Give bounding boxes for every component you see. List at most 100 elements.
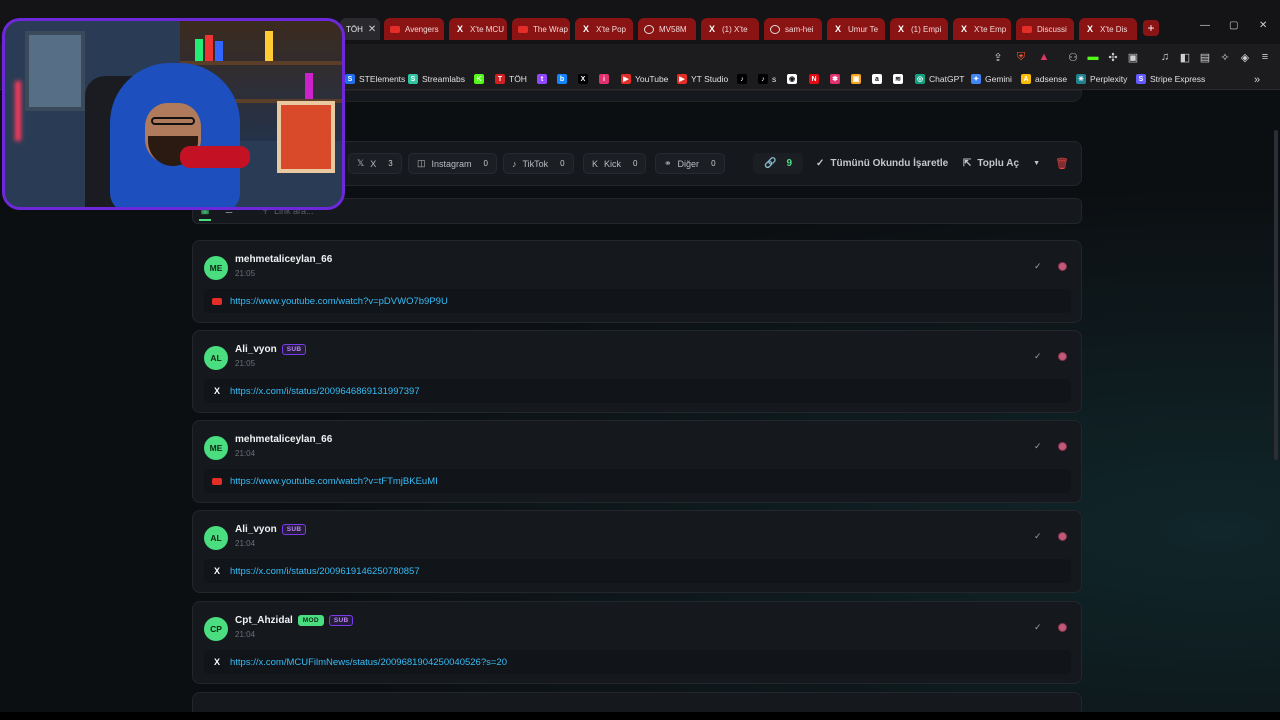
bookmark-13[interactable]: N — [809, 72, 823, 86]
delete-icon[interactable] — [1058, 532, 1067, 541]
bookmark-2[interactable]: K — [474, 72, 488, 86]
bookmark-20[interactable]: Aadsense — [1021, 72, 1067, 86]
trash-icon[interactable]: 🗑 — [1055, 157, 1069, 170]
tab-8[interactable]: X Umur Te — [827, 18, 885, 40]
link-url[interactable]: https://www.youtube.com/watch?v=tFTmjBKE… — [230, 476, 438, 487]
youtube-icon — [1022, 25, 1032, 33]
mark-read-icon[interactable]: ✓ — [1034, 622, 1042, 633]
bookmark-22[interactable]: S Stripe Express — [1136, 72, 1205, 86]
tab-4[interactable]: X X'te Pop — [575, 18, 633, 40]
wallet-icon[interactable]: ▣ — [1126, 50, 1140, 64]
more-bookmarks-icon[interactable]: » — [1250, 73, 1264, 87]
link-url[interactable]: https://www.youtube.com/watch?v=pDVWO7b9… — [230, 296, 448, 307]
tab-3[interactable]: The Wrap — [512, 18, 570, 40]
kick-extension-icon[interactable]: ▬ — [1086, 50, 1100, 64]
tab-10[interactable]: X X'te Emp — [953, 18, 1011, 40]
bookmark-14[interactable]: ✱ — [830, 72, 844, 86]
filter-chip-kick[interactable]: K Kick 0 — [583, 153, 647, 174]
username-row: Cpt_Ahzidal MOD SUB — [235, 615, 354, 626]
delete-icon[interactable] — [1058, 352, 1067, 361]
link-url[interactable]: https://x.com/i/status/20096191462507808… — [230, 566, 420, 577]
rewards-icon[interactable]: ▲ — [1037, 50, 1051, 64]
link-url[interactable]: https://x.com/MCUFilmNews/status/2009681… — [230, 657, 507, 668]
x-icon: X — [213, 566, 220, 576]
tab-9[interactable]: X (1) Empi — [890, 18, 948, 40]
bookmark-8[interactable]: ▶ YouTube — [621, 72, 668, 86]
filter-chip-instagram[interactable]: ◫ Instagram 0 — [408, 153, 497, 174]
puzzle-icon[interactable]: ✣ — [1106, 50, 1120, 64]
mark-read-icon[interactable]: ✓ — [1034, 531, 1042, 542]
menu-icon[interactable]: ≡ — [1258, 50, 1272, 64]
x-icon: X — [834, 24, 841, 34]
bookmark-10[interactable]: ♪ — [737, 72, 751, 86]
link-row: Xhttps://x.com/i/status/2009646869131997… — [204, 379, 1071, 403]
close-tab-icon[interactable]: ✕ — [368, 24, 376, 35]
webcam-light — [15, 81, 21, 141]
filter-chip-tiktok[interactable]: ♪ TikTok 0 — [503, 153, 574, 174]
bookmark-icon: N — [809, 74, 819, 84]
link-url[interactable]: https://x.com/i/status/20096468691319973… — [230, 386, 420, 397]
bulk-open-button[interactable]: ⇱ Toplu Aç ▼ — [963, 153, 1040, 174]
share-icon[interactable]: ⇪ — [991, 50, 1005, 64]
mark-read-icon[interactable]: ✓ — [1034, 351, 1042, 362]
bookmark-4[interactable]: t — [537, 72, 551, 86]
x-icon: X — [708, 24, 715, 34]
bookmark-17[interactable]: ≋ — [893, 72, 907, 86]
timestamp: 21:05 — [235, 359, 256, 368]
x-icon: X — [582, 24, 589, 34]
sidebar-icon[interactable]: ◧ — [1178, 50, 1192, 64]
mark-all-read-label: Tümünü Okundu İşaretle — [830, 158, 949, 169]
username: mehmetaliceylan_66 — [235, 434, 333, 445]
vpn-icon[interactable]: ◈ — [1238, 50, 1252, 64]
delete-icon[interactable] — [1058, 623, 1067, 632]
new-tab-button[interactable]: + — [1143, 20, 1159, 36]
bookmark-18[interactable]: ◎ ChatGPT — [915, 72, 964, 86]
wallet2-icon[interactable]: ▤ — [1198, 50, 1212, 64]
bookmark-21[interactable]: ✳ Perplexity — [1076, 72, 1127, 86]
tab-11[interactable]: Discussi — [1016, 18, 1074, 40]
search-input[interactable] — [252, 201, 1072, 221]
mark-read-icon[interactable]: ✓ — [1034, 261, 1042, 272]
bookmark-6[interactable]: X — [578, 72, 592, 86]
bookmark-icon: ✦ — [971, 74, 981, 84]
maximize-icon[interactable]: ▢ — [1229, 20, 1238, 31]
bookmark-11[interactable]: ♪ s — [758, 72, 776, 86]
bookmark-7[interactable]: i — [599, 72, 613, 86]
music-icon[interactable]: ♫ — [1158, 50, 1172, 64]
brave-shield-icon[interactable]: ⛨ — [1014, 50, 1028, 64]
delete-icon[interactable] — [1058, 442, 1067, 451]
bookmark-5[interactable]: b — [557, 72, 571, 86]
filter-chip-x[interactable]: 𝕏X 3 — [348, 153, 402, 174]
bookmark-1[interactable]: S Streamlabs — [408, 72, 465, 86]
mark-all-read-button[interactable]: ✓ Tümünü Okundu İşaretle — [816, 153, 948, 174]
bookmark-12[interactable]: ◉ — [787, 72, 801, 86]
leo-ai-icon[interactable]: ✧ — [1218, 50, 1232, 64]
chevron-down-icon: ▼ — [1033, 160, 1040, 167]
tab-6[interactable]: X (1) X'te — [701, 18, 759, 40]
bookmark-0[interactable]: S STElements — [345, 72, 405, 86]
bookmark-15[interactable]: ▣ — [851, 72, 865, 86]
link-row: Xhttps://x.com/i/status/2009619146250780… — [204, 559, 1071, 583]
x-icon: X — [213, 657, 220, 667]
avatar: ME — [204, 436, 228, 460]
bookmark-9[interactable]: ▶ YT Studio — [677, 72, 728, 86]
tab-1[interactable]: Avengers — [384, 18, 444, 40]
tab-0[interactable]: TÖH ✕ — [340, 18, 380, 40]
delete-icon[interactable] — [1058, 262, 1067, 271]
x-icon: X — [897, 24, 904, 34]
mark-read-icon[interactable]: ✓ — [1034, 441, 1042, 452]
tab-7[interactable]: sam-hei — [764, 18, 822, 40]
bookmark-3[interactable]: T TÖH — [495, 72, 527, 86]
tab-2[interactable]: X X'te MCU — [449, 18, 507, 40]
tab-12[interactable]: X X'te Dis — [1079, 18, 1137, 40]
close-window-icon[interactable]: ✕ — [1259, 20, 1267, 31]
extension-icon[interactable]: ⚇ — [1066, 50, 1080, 64]
tab-5[interactable]: MV58M — [638, 18, 696, 40]
minimize-icon[interactable]: — — [1200, 20, 1210, 31]
filter-chip-diğer[interactable]: ⚭ Diğer 0 — [655, 153, 725, 174]
bookmark-19[interactable]: ✦ Gemini — [971, 72, 1012, 86]
badge-sub: SUB — [328, 615, 354, 626]
scrollbar[interactable] — [1274, 130, 1278, 460]
bookmark-16[interactable]: a — [872, 72, 886, 86]
filter-chip-label: Instagram — [431, 158, 472, 169]
